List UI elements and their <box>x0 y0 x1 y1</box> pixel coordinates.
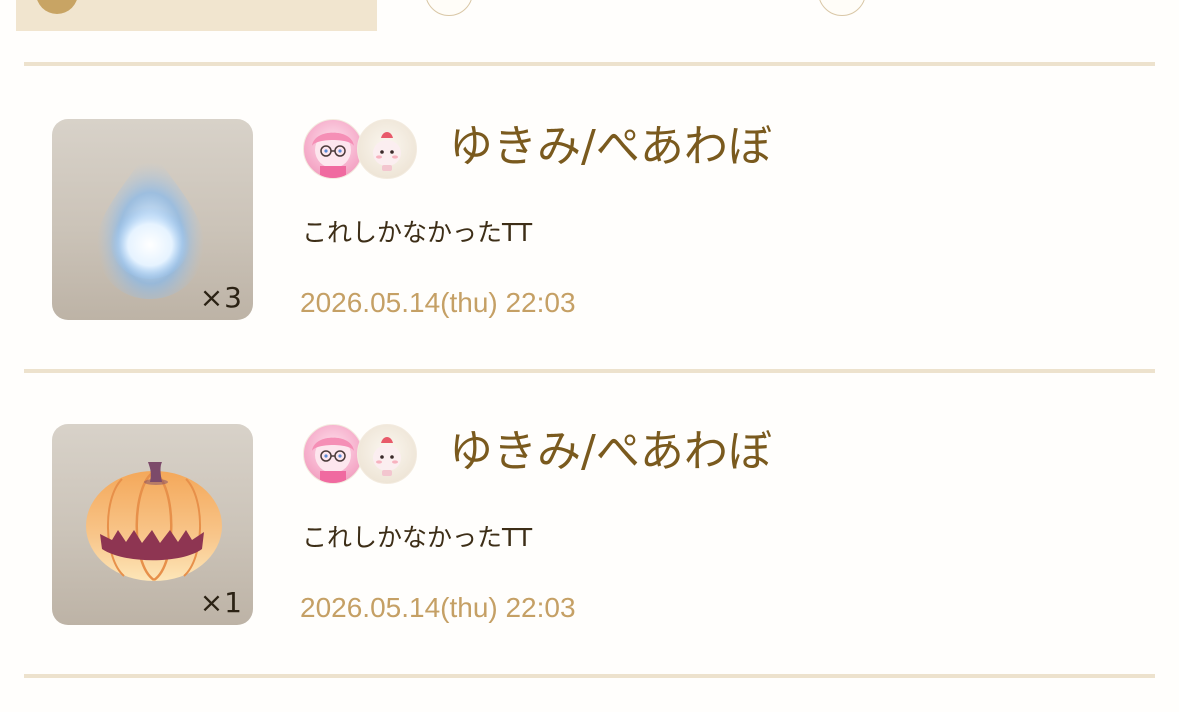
divider <box>24 369 1155 373</box>
username[interactable]: ゆきみ/ぺあわぼ <box>449 119 772 179</box>
divider <box>24 62 1155 66</box>
avatar-group[interactable] <box>303 424 423 484</box>
avatar[interactable] <box>357 424 417 484</box>
user-avatar-cream-creature <box>373 132 401 171</box>
timestamp: 2026.05.14(thu) 22:03 <box>300 287 576 318</box>
tab-bar <box>0 0 1179 40</box>
user-avatar-pink-glasses <box>312 132 354 178</box>
item-thumbnail[interactable]: ×1 <box>52 424 253 625</box>
avatar-group[interactable] <box>303 119 423 179</box>
username[interactable]: ゆきみ/ぺあわぼ <box>449 424 772 484</box>
user-avatar-pink-glasses <box>312 437 354 483</box>
user-avatar-cream-creature <box>373 437 401 476</box>
item-quantity: ×3 <box>199 281 243 314</box>
list-item: ×1 ゆきみ/ぺあわぼ これしかなかったTT 2026.05.14(thu) 2… <box>0 424 1179 664</box>
avatar[interactable] <box>357 119 417 179</box>
item-thumbnail[interactable]: ×3 <box>52 119 253 320</box>
message-text: これしかなかったTT <box>302 523 533 552</box>
item-quantity: ×1 <box>199 586 243 619</box>
gift-history-page: ×3 ゆきみ/ぺあわぼ これしかなかったTT 2026.05.14(thu) 2… <box>0 0 1179 712</box>
timestamp: 2026.05.14(thu) 22:03 <box>300 592 576 623</box>
tab-3-icon[interactable] <box>818 0 866 16</box>
tab-2-icon[interactable] <box>425 0 473 16</box>
message-text: これしかなかったTT <box>302 218 533 247</box>
divider <box>24 674 1155 678</box>
avatar[interactable] <box>303 424 363 484</box>
list-item: ×3 ゆきみ/ぺあわぼ これしかなかったTT 2026.05.14(thu) 2… <box>0 119 1179 359</box>
avatar[interactable] <box>303 119 363 179</box>
